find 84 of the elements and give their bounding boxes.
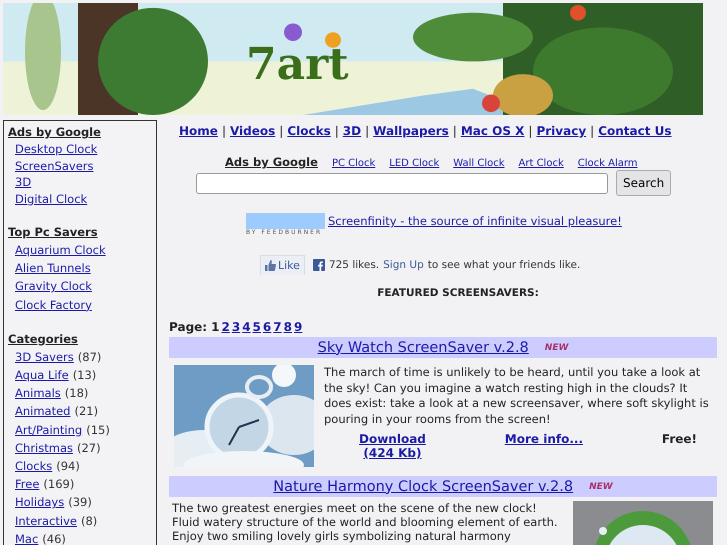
logo[interactable]: 7art <box>246 43 349 87</box>
page-link[interactable]: 9 <box>294 320 302 334</box>
sidebar-link[interactable]: ScreenSavers <box>15 158 94 172</box>
page-link[interactable]: 8 <box>284 320 292 334</box>
nav-separator: | <box>452 124 457 138</box>
nav-separator: | <box>334 124 339 138</box>
thumbs-up-icon <box>265 260 276 271</box>
price-label: Free! <box>662 432 697 446</box>
section-heading: FEATURED SCREENSAVERS: <box>376 287 540 299</box>
feed-link[interactable]: Screenfinity - the source of infinite visual pleasure! <box>328 214 622 228</box>
item-count: (46) <box>42 532 66 545</box>
item-count: (21) <box>74 404 98 418</box>
item-count: (18) <box>64 386 88 400</box>
nav-link[interactable]: Wallpapers <box>373 124 449 138</box>
nav-link[interactable]: Privacy <box>536 124 586 138</box>
sidebar-link[interactable]: Art/Painting <box>15 422 82 437</box>
sidebar-link[interactable]: Desktop Clock <box>15 142 98 156</box>
page-label: Page: <box>169 320 208 334</box>
sidebar-link[interactable]: Animals <box>15 386 61 400</box>
item-count: (13) <box>72 368 96 382</box>
ads-label[interactable]: Ads by Google <box>225 155 318 169</box>
sidebar-link[interactable]: Animated <box>15 404 70 418</box>
sidebar-heading: Ads by Google <box>8 124 102 141</box>
sidebar-link[interactable]: 3D <box>15 175 32 189</box>
download-link[interactable]: Download (424 Kb) <box>359 432 426 460</box>
item-count: (39) <box>68 495 92 510</box>
likes-text: to see what your friends like. <box>428 259 580 271</box>
nav-separator: | <box>590 124 594 138</box>
nav-link[interactable]: Clocks <box>287 124 331 138</box>
nav-separator: | <box>279 124 284 138</box>
nav-link[interactable]: Videos <box>230 124 276 138</box>
page-link[interactable]: 6 <box>262 320 272 334</box>
ad-link[interactable]: Art Clock <box>518 158 564 169</box>
nav-link[interactable]: Home <box>179 124 218 138</box>
ad-link[interactable]: Wall Clock <box>453 158 505 169</box>
ad-link[interactable]: PC Clock <box>332 158 376 169</box>
sidebar-link[interactable]: 3D Savers <box>15 350 74 364</box>
sidebar-link[interactable]: Gravity Clock <box>15 279 92 294</box>
nav-link[interactable]: Mac OS X <box>460 124 524 138</box>
sidebar-link[interactable]: Aquarium Clock <box>15 243 106 257</box>
item-count: (94) <box>56 459 80 474</box>
sidebar-link[interactable]: Free <box>15 477 40 492</box>
item-title-link[interactable]: Nature Harmony Clock ScreenSaver v.2.8 <box>273 478 574 494</box>
sidebar-link[interactable]: Alien Tunnels <box>15 261 91 276</box>
item-description: The march of time is unlikely to be heard, until you take a look at the sky! Can you imagine a watch resting high in the clouds? It does exist: take a look at a new screensaver, where soft skylight is pouring in your rooms from the screen! <box>324 365 710 427</box>
new-label: NEW <box>589 482 613 492</box>
page-link[interactable]: 3 <box>232 320 240 334</box>
sidebar-link[interactable]: Aqua Life <box>15 368 69 382</box>
item-count: (15) <box>86 422 110 437</box>
nav-separator: | <box>222 124 226 138</box>
ad-link[interactable]: LED Clock <box>389 158 440 169</box>
more-info-link[interactable]: More info... <box>504 432 583 446</box>
sidebar-heading: Categories <box>8 330 79 348</box>
likes-count: 725 likes. <box>328 259 380 271</box>
nav-separator: | <box>528 124 532 138</box>
nav-link[interactable]: Contact Us <box>598 124 672 138</box>
sidebar-heading: Top Pc Savers <box>8 224 99 241</box>
search-button[interactable]: Search <box>616 170 672 196</box>
page-link[interactable]: 7 <box>273 320 282 334</box>
sidebar-link[interactable]: Clock Factory <box>15 298 92 312</box>
like-button[interactable]: Like <box>260 255 305 275</box>
search-field[interactable] <box>196 172 608 194</box>
page-link[interactable]: 1 <box>211 320 220 334</box>
page-link[interactable]: 2 <box>221 320 230 334</box>
sidebar-link[interactable]: Clocks <box>15 459 52 474</box>
ad-link[interactable]: Clock Alarm <box>578 158 638 169</box>
nav-separator: | <box>365 124 370 138</box>
sidebar-link[interactable]: Holidays <box>15 495 64 510</box>
nav-link[interactable]: 3D <box>342 124 362 138</box>
sidebar-link[interactable]: Mac <box>15 532 38 545</box>
item-count: (87) <box>78 350 102 364</box>
sidebar-link[interactable]: Christmas <box>15 440 73 455</box>
item-count: (27) <box>76 440 101 455</box>
page-link[interactable]: 5 <box>252 320 261 334</box>
facebook-icon <box>312 259 325 271</box>
item-description: The two greatest energies meet on the scene of the new clock! Fluid watery structure of the world and blooming element of earth. Enjoy two smiling lovely girls symbolizing natural harmony <box>172 501 559 543</box>
new-label: NEW <box>544 342 568 352</box>
item-count: (8) <box>80 514 98 528</box>
sidebar-link[interactable]: Interactive <box>15 514 77 528</box>
item-title-link[interactable]: Sky Watch ScreenSaver v.2.8 <box>318 340 529 356</box>
sign-up-link[interactable]: Sign Up <box>383 259 424 271</box>
item-count: (169) <box>43 477 74 492</box>
sidebar-link[interactable]: Digital Clock <box>15 192 88 206</box>
page-link[interactable]: 4 <box>242 320 251 334</box>
